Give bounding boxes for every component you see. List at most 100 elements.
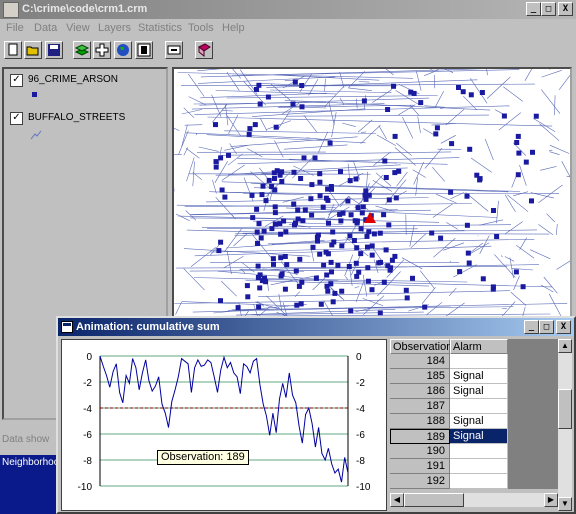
taskbar-item[interactable]: Neighborhoo — [2, 457, 59, 468]
observation-cell[interactable]: 186 — [390, 384, 450, 399]
main-title-bar[interactable]: C:\crime\code\crm1.crm _ □ X — [0, 0, 576, 19]
arson-point — [338, 218, 344, 224]
layers-icon[interactable] — [73, 41, 91, 59]
observation-cell[interactable]: 189 — [390, 429, 450, 444]
animation-maximize-button[interactable]: □ — [539, 320, 554, 334]
book-icon[interactable] — [195, 41, 213, 59]
arson-point — [272, 210, 278, 216]
table-empty-area — [508, 339, 558, 354]
table-row[interactable]: 186 Signal — [390, 384, 558, 399]
zoom-in-icon[interactable] — [93, 41, 111, 59]
animation-title-bar[interactable]: Animation: cumulative sum _ □ X — [58, 318, 574, 336]
alarm-cell[interactable] — [450, 474, 508, 489]
street-segment — [549, 151, 560, 155]
table-icon[interactable] — [135, 41, 153, 59]
alarm-cell[interactable]: Signal — [450, 384, 508, 399]
arson-point — [345, 198, 351, 204]
observation-cell[interactable]: 192 — [390, 474, 450, 489]
menu-file[interactable]: File — [6, 22, 24, 34]
alarm-cell[interactable]: Signal — [450, 414, 508, 429]
street-segment — [186, 157, 195, 182]
maximize-button[interactable]: □ — [541, 2, 556, 16]
arson-point — [362, 192, 368, 198]
scroll-thumb[interactable] — [404, 493, 464, 507]
street-segment — [194, 105, 510, 115]
street-segment — [188, 73, 205, 97]
arson-point — [529, 198, 534, 204]
menu-statistics[interactable]: Statistics — [138, 22, 182, 34]
table-horizontal-scrollbar[interactable]: ◀ ▶ — [390, 493, 558, 507]
layer-checkbox[interactable]: ✓ — [10, 112, 23, 125]
alarm-cell[interactable] — [450, 444, 508, 459]
save-icon[interactable] — [45, 41, 63, 59]
scroll-down-button[interactable]: ▼ — [558, 497, 572, 511]
alarm-cell[interactable]: Signal — [450, 369, 508, 384]
menu-data[interactable]: Data — [34, 22, 57, 34]
layer-checkbox[interactable]: ✓ — [10, 74, 23, 87]
table-row[interactable]: 192 — [390, 474, 558, 489]
arson-point — [457, 269, 463, 275]
menu-tools[interactable]: Tools — [188, 22, 214, 34]
menu-layers[interactable]: Layers — [98, 22, 131, 34]
street-segment — [415, 177, 418, 196]
observation-cell[interactable]: 190 — [390, 444, 450, 459]
table-row[interactable]: 188 Signal — [390, 414, 558, 429]
table-row[interactable]: 190 — [390, 444, 558, 459]
arson-point — [260, 183, 266, 189]
arson-point — [389, 257, 395, 263]
animation-close-button[interactable]: X — [556, 320, 571, 334]
arson-point — [369, 287, 375, 293]
table-row[interactable]: 189 Signal — [390, 429, 558, 444]
street-segment — [174, 127, 180, 131]
scroll-up-button[interactable]: ▲ — [558, 339, 572, 353]
table-row[interactable]: 191 — [390, 459, 558, 474]
new-file-icon[interactable] — [4, 41, 22, 59]
minimize-button[interactable]: _ — [526, 2, 541, 16]
animation-minimize-button[interactable]: _ — [524, 320, 539, 334]
close-button[interactable]: X — [558, 2, 573, 16]
arson-point — [501, 113, 507, 119]
arson-point — [479, 90, 485, 95]
observation-cell[interactable]: 191 — [390, 459, 450, 474]
arson-point — [279, 271, 285, 277]
arson-point — [300, 218, 306, 224]
scroll-thumb[interactable] — [558, 389, 572, 429]
table-vertical-scrollbar[interactable]: ▲ ▼ — [558, 339, 572, 511]
arson-point — [278, 255, 284, 261]
arson-point — [249, 192, 255, 198]
table-empty-area — [508, 354, 558, 369]
arson-point — [273, 124, 279, 130]
alarm-cell[interactable] — [450, 459, 508, 474]
table-row[interactable]: 184 — [390, 354, 558, 369]
table-row[interactable]: 187 — [390, 399, 558, 414]
column-header-observation[interactable]: Observation — [390, 339, 452, 354]
scroll-left-button[interactable]: ◀ — [390, 493, 404, 507]
arson-point — [347, 233, 353, 239]
arson-point — [222, 194, 228, 200]
alarm-cell[interactable] — [450, 399, 508, 414]
open-folder-icon[interactable] — [24, 41, 42, 59]
column-header-alarm[interactable]: Alarm — [450, 339, 508, 354]
arson-point — [360, 204, 366, 210]
arson-point — [515, 172, 521, 178]
alarm-cell[interactable]: Signal — [450, 429, 508, 444]
arson-point — [298, 301, 304, 307]
alarm-cell[interactable] — [450, 354, 508, 369]
arson-point — [235, 305, 241, 311]
observation-cell[interactable]: 188 — [390, 414, 450, 429]
observation-cell[interactable]: 187 — [390, 399, 450, 414]
globe-icon[interactable] — [114, 41, 132, 59]
street-segment — [470, 157, 492, 173]
map-view[interactable] — [172, 67, 572, 322]
menu-view[interactable]: View — [66, 22, 90, 34]
scroll-right-button[interactable]: ▶ — [544, 493, 558, 507]
street-segment — [541, 70, 562, 78]
street-segment — [345, 276, 349, 280]
arson-point — [266, 177, 272, 183]
table-row[interactable]: 185 Signal — [390, 369, 558, 384]
monitor-icon[interactable] — [165, 41, 183, 59]
street-segment — [434, 90, 444, 108]
observation-cell[interactable]: 185 — [390, 369, 450, 384]
observation-cell[interactable]: 184 — [390, 354, 450, 369]
menu-help[interactable]: Help — [222, 22, 245, 34]
